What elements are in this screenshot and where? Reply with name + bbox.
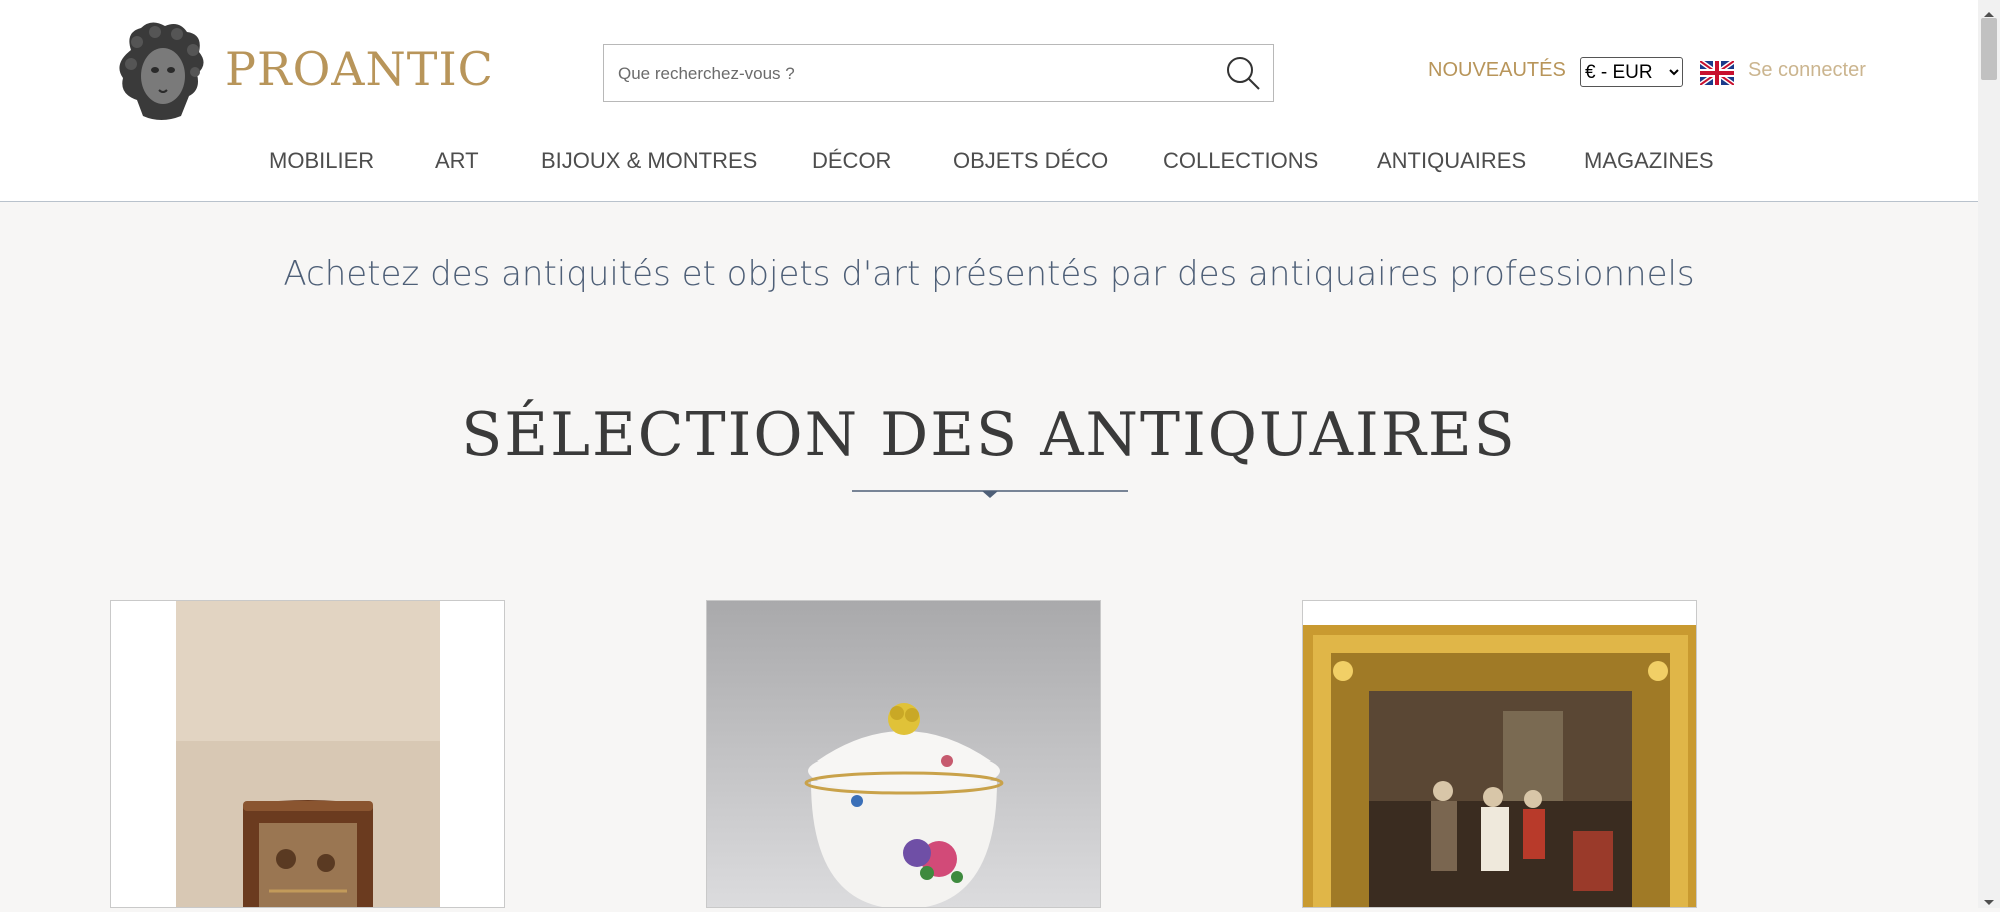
new-arrivals-link[interactable]: NOUVEAUTÉS xyxy=(1428,59,1566,82)
search-icon[interactable] xyxy=(1223,53,1263,93)
product-card-sugar-bowl[interactable] xyxy=(706,600,1101,908)
gilt-framed-painting-image xyxy=(1303,601,1696,907)
nav-item-collections[interactable]: COLLECTIONS xyxy=(1163,148,1318,174)
painted-commode-image xyxy=(111,601,504,907)
uk-flag-icon[interactable] xyxy=(1698,58,1736,88)
scroll-down-arrow-icon[interactable] xyxy=(1982,893,1996,905)
search-bar xyxy=(603,44,1274,103)
brand-logo-text[interactable]: PROANTIC xyxy=(225,42,494,96)
currency-select[interactable]: € - EUR xyxy=(1580,57,1683,87)
product-card-painting[interactable] xyxy=(1302,600,1697,908)
main-nav: MOBILIER ART BIJOUX & MONTRES DÉCOR OBJE… xyxy=(0,148,1978,178)
scroll-up-arrow-icon[interactable] xyxy=(1982,4,1996,17)
nav-item-mobilier[interactable]: MOBILIER xyxy=(269,148,374,174)
nav-item-antiquaires[interactable]: ANTIQUAIRES xyxy=(1377,148,1526,174)
nav-item-art[interactable]: ART xyxy=(435,148,479,174)
product-card-commode[interactable] xyxy=(110,600,505,908)
section-title: SÉLECTION DES ANTIQUAIRES xyxy=(461,400,1517,470)
porcelain-sugar-bowl-image xyxy=(707,601,1100,907)
nav-item-bijoux-montres[interactable]: BIJOUX & MONTRES xyxy=(541,148,757,174)
cherub-head-icon[interactable] xyxy=(111,20,209,122)
scrollbar-thumb[interactable] xyxy=(1981,18,1997,80)
nav-item-objets-deco[interactable]: OBJETS DÉCO xyxy=(953,148,1108,174)
vertical-scrollbar[interactable] xyxy=(1978,0,2000,908)
nav-item-decor[interactable]: DÉCOR xyxy=(812,148,891,174)
nav-item-magazines[interactable]: MAGAZINES xyxy=(1584,148,1714,174)
title-divider xyxy=(852,488,1128,502)
tagline: Achetez des antiquités et objets d'art p… xyxy=(283,254,1695,294)
login-link[interactable]: Se connecter xyxy=(1748,59,1866,82)
search-input[interactable] xyxy=(616,45,1200,103)
site-header: PROANTIC NOUVEAUTÉS € - EUR Se connecter… xyxy=(0,0,1978,202)
